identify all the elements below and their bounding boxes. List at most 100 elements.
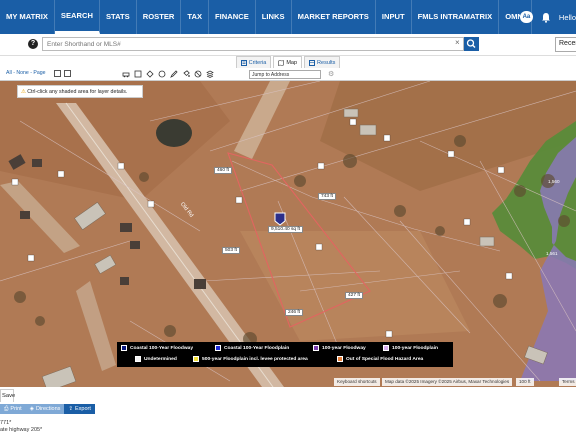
tab-map-label: Map bbox=[286, 59, 298, 66]
legend-label: 100-year Floodway bbox=[322, 345, 366, 351]
legend-swatch bbox=[383, 345, 389, 351]
bottom-panel: Save ⎙ Print ◈ Directions ⇪ Export 771* … bbox=[0, 387, 576, 433]
eraser-icon[interactable] bbox=[194, 70, 202, 78]
top-nav: MY MATRIX SEARCH STATS ROSTER TAX FINANC… bbox=[0, 0, 576, 34]
search-button[interactable] bbox=[464, 37, 479, 51]
print-icon: ⎙ bbox=[4, 405, 9, 412]
keyboard-shortcuts-link[interactable]: Keyboard shortcuts bbox=[334, 378, 380, 386]
legend-item: 100-year Floodway bbox=[313, 345, 366, 351]
search-icon bbox=[466, 39, 476, 48]
directions-button[interactable]: ◈ Directions bbox=[25, 404, 65, 414]
legend-swatch bbox=[135, 356, 141, 362]
tab-map[interactable]: Map bbox=[273, 56, 303, 68]
freehand-pencil-icon[interactable] bbox=[170, 70, 178, 78]
checked-filter-checkbox[interactable] bbox=[54, 70, 61, 77]
search-bar: ? × Recent bbox=[0, 34, 576, 56]
nav-tax[interactable]: TAX bbox=[181, 0, 210, 34]
legend-label: Coastal 100-Year Floodplain bbox=[224, 345, 290, 351]
legend-item: Coastal 100-Year Floodway bbox=[121, 345, 193, 351]
elevation-label: 1,560 bbox=[548, 179, 560, 184]
export-label: Export bbox=[75, 406, 91, 412]
directions-icon: ◈ bbox=[29, 406, 34, 412]
legend-swatch bbox=[337, 356, 343, 362]
nav-links[interactable]: LINKS bbox=[256, 0, 292, 34]
scale-label: 100 ft bbox=[516, 378, 534, 386]
legend-label: Out of Special Flood Hazard Area bbox=[346, 356, 424, 362]
dimension-label: 427 ft bbox=[345, 292, 364, 299]
legend-item: 500-year Floodplain incl. levee protecte… bbox=[193, 356, 308, 362]
nav-input[interactable]: INPUT bbox=[376, 0, 412, 34]
recent-dropdown[interactable]: Recent bbox=[555, 37, 576, 52]
nav-search[interactable]: SEARCH bbox=[54, 0, 100, 34]
settings-gear-icon[interactable]: ⚙ bbox=[328, 70, 334, 78]
listing-address: 771* bbox=[0, 420, 12, 426]
property-marker-icon[interactable] bbox=[274, 212, 286, 226]
warning-icon: ⚠ bbox=[21, 89, 26, 95]
legend-swatch bbox=[313, 345, 319, 351]
fill-bucket-icon[interactable] bbox=[182, 70, 190, 78]
tab-results[interactable]: Results bbox=[304, 56, 341, 68]
layer-tip: ⚠ Ctrl-click any shaded area for layer d… bbox=[17, 85, 143, 98]
tab-results-label: Results bbox=[317, 59, 336, 66]
nav-my-matrix[interactable]: MY MATRIX bbox=[0, 0, 55, 34]
user-greeting[interactable]: Hello bbox=[559, 13, 576, 22]
map-data-attribution: Map data ©2025 Imagery ©2025 Airbus, Max… bbox=[382, 378, 513, 386]
tab-criteria-label: Criteria bbox=[248, 59, 267, 66]
nav-right: Aa Hello bbox=[519, 0, 576, 34]
draw-polygon-icon[interactable] bbox=[146, 70, 154, 78]
results-icon bbox=[309, 59, 316, 66]
view-tabs: Criteria Map Results bbox=[0, 56, 576, 68]
legend-item: Undetermined bbox=[135, 356, 177, 362]
jump-to-address-select[interactable]: Jump to Address bbox=[249, 70, 321, 79]
flood-zone-legend: Coastal 100-Year Floodway Coastal 100-Ye… bbox=[117, 342, 453, 367]
select-page-link[interactable]: Page bbox=[33, 70, 45, 76]
print-label: Print bbox=[10, 406, 22, 412]
criteria-icon bbox=[240, 59, 247, 66]
legend-item: Coastal 100-Year Floodplain bbox=[215, 345, 289, 351]
clear-search-icon[interactable]: × bbox=[455, 38, 460, 47]
listing-address-street: ate highway 205* bbox=[0, 427, 43, 433]
legend-swatch bbox=[121, 345, 127, 351]
select-none-link[interactable]: None bbox=[16, 70, 28, 76]
car-icon[interactable] bbox=[122, 70, 130, 78]
selection-links: All - None - Page bbox=[6, 70, 46, 76]
draw-rectangle-icon[interactable] bbox=[134, 70, 142, 78]
terms-link[interactable]: Terms bbox=[559, 378, 576, 386]
nav-stats[interactable]: STATS bbox=[100, 0, 137, 34]
map-toolbar: All - None - Page Jump to Address ⚙ bbox=[0, 68, 576, 81]
legend-label: Coastal 100-Year Floodway bbox=[130, 345, 194, 351]
area-label: 9,510.40 sq ft bbox=[268, 226, 304, 233]
tab-criteria[interactable]: Criteria bbox=[235, 56, 272, 68]
select-all-link[interactable]: All bbox=[6, 70, 12, 76]
text-size-button[interactable]: Aa bbox=[519, 11, 533, 23]
legend-swatch bbox=[215, 345, 221, 351]
bell-icon[interactable] bbox=[541, 12, 551, 23]
dimension-label: 460 ft bbox=[214, 167, 233, 174]
dimension-label: 246 ft bbox=[285, 309, 304, 316]
dimension-label: 743 ft bbox=[318, 193, 337, 200]
legend-label: 100-year Floodplain bbox=[392, 345, 438, 351]
legend-label: Undetermined bbox=[144, 356, 177, 362]
layers-icon[interactable] bbox=[206, 70, 214, 78]
nav-market-reports[interactable]: MARKET REPORTS bbox=[292, 0, 376, 34]
map-view[interactable]: 460 ft 743 ft 503 ft 427 ft 246 ft 9,510… bbox=[0, 81, 576, 387]
print-button[interactable]: ⎙ Print bbox=[0, 404, 26, 414]
legend-item: 100-year Floodplain bbox=[383, 345, 438, 351]
nav-finance[interactable]: FINANCE bbox=[209, 0, 256, 34]
nav-fmls-intramatrix[interactable]: FMLS INTRAMATRIX bbox=[412, 0, 500, 34]
export-icon: ⇪ bbox=[68, 406, 74, 412]
export-button[interactable]: ⇪ Export bbox=[64, 404, 95, 414]
help-icon[interactable]: ? bbox=[28, 39, 38, 49]
legend-item: Out of Special Flood Hazard Area bbox=[337, 356, 423, 362]
save-tab[interactable]: Save bbox=[0, 389, 15, 402]
legend-label: 500-year Floodplain incl. levee protecte… bbox=[202, 356, 308, 362]
draw-circle-icon[interactable] bbox=[158, 70, 166, 78]
shorthand-search-input[interactable] bbox=[42, 37, 464, 51]
layer-tip-text: Ctrl-click any shaded area for layer det… bbox=[27, 89, 128, 95]
map-icon bbox=[278, 59, 285, 66]
dimension-label: 503 ft bbox=[222, 247, 241, 254]
action-buttons: ⎙ Print ◈ Directions ⇪ Export bbox=[0, 404, 95, 414]
elevation-label: 1,561 bbox=[546, 251, 558, 256]
nav-roster[interactable]: ROSTER bbox=[137, 0, 182, 34]
unchecked-filter-checkbox[interactable] bbox=[64, 70, 71, 77]
